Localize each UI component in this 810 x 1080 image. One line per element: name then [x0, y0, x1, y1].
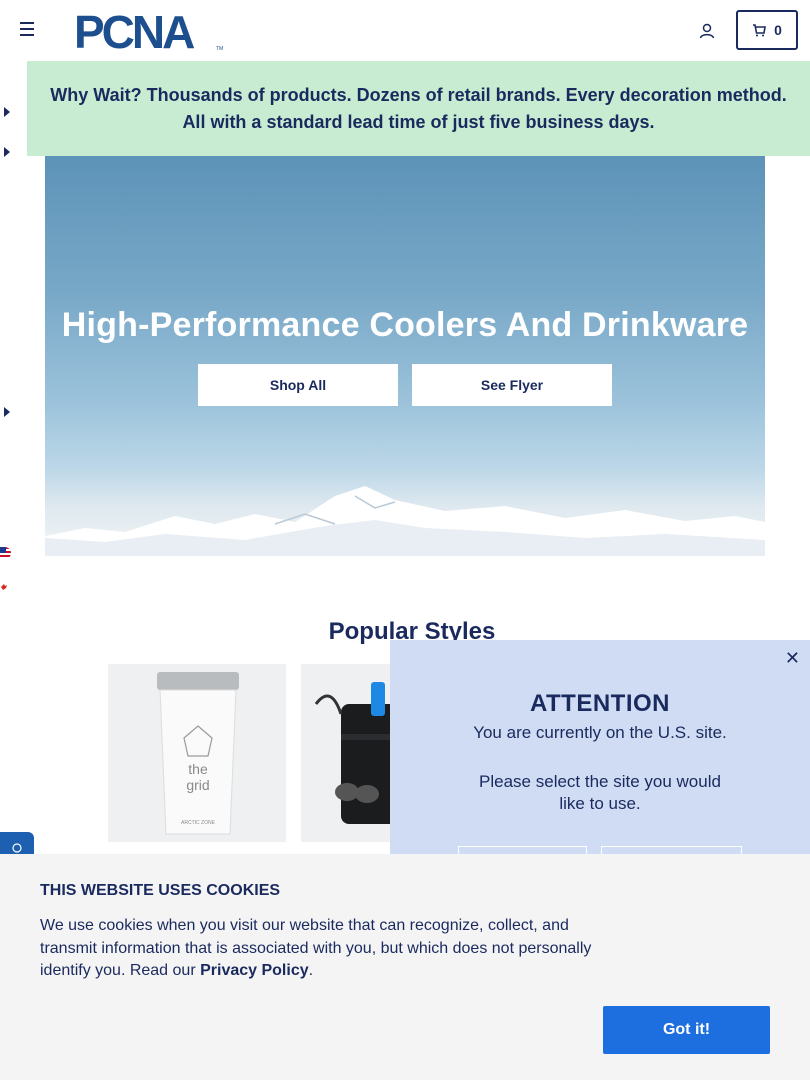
svg-text:PCNA: PCNA	[74, 8, 194, 52]
pcna-logo[interactable]: PCNA TM	[74, 8, 224, 52]
site-selector-modal: ✕ ATTENTION You are currently on the U.S…	[390, 640, 810, 880]
cart-button[interactable]: 0	[736, 10, 798, 50]
product-card-tumbler[interactable]: the grid ARCTIC ZONE	[108, 664, 286, 842]
modal-current-site-text: You are currently on the U.S. site.	[473, 723, 727, 742]
account-icon[interactable]	[698, 22, 716, 40]
site-header: PCNA TM 0	[0, 0, 810, 60]
cookie-period: .	[308, 962, 314, 979]
modal-title: ATTENTION	[529, 690, 671, 717]
svg-text:ARCTIC ZONE: ARCTIC ZONE	[181, 820, 216, 826]
cookie-text: We use cookies when you visit our websit…	[40, 915, 610, 983]
svg-text:TM: TM	[216, 46, 223, 52]
tumbler-image: the grid ARCTIC ZONE	[157, 672, 239, 835]
accept-cookies-button[interactable]: Got it!	[603, 1006, 770, 1054]
cookie-body: We use cookies when you visit our websit…	[40, 917, 592, 979]
hero-banner: High-Performance Coolers And Drinkware S…	[45, 156, 765, 556]
cart-icon	[753, 24, 767, 37]
menu-icon[interactable]	[20, 22, 36, 38]
side-arrow-icon[interactable]	[4, 407, 10, 417]
side-arrow-icon[interactable]	[4, 107, 10, 117]
us-flag-icon[interactable]	[0, 547, 11, 559]
shop-all-button[interactable]: Shop All	[198, 364, 398, 406]
cookie-banner: THIS WEBSITE USES COOKIES We use cookies…	[0, 854, 810, 1080]
canada-flag-icon[interactable]	[0, 581, 11, 593]
svg-text:the: the	[188, 761, 208, 777]
svg-text:grid: grid	[186, 777, 209, 793]
side-arrow-icon[interactable]	[4, 147, 10, 157]
see-flyer-button[interactable]: See Flyer	[412, 364, 612, 406]
privacy-policy-link[interactable]: Privacy Policy	[200, 962, 309, 979]
hero-title: High-Performance Coolers And Drinkware	[61, 306, 749, 344]
close-icon[interactable]: ✕	[785, 648, 800, 669]
cart-count: 0	[774, 22, 782, 38]
modal-select-site-text: Please select the site you would like to…	[479, 772, 721, 813]
announcement-text: Why Wait? Thousands of products. Dozens …	[50, 84, 787, 132]
snowy-mountains-image	[45, 486, 765, 556]
announcement-bar: Why Wait? Thousands of products. Dozens …	[27, 61, 810, 156]
cookie-title: THIS WEBSITE USES COOKIES	[40, 882, 281, 899]
